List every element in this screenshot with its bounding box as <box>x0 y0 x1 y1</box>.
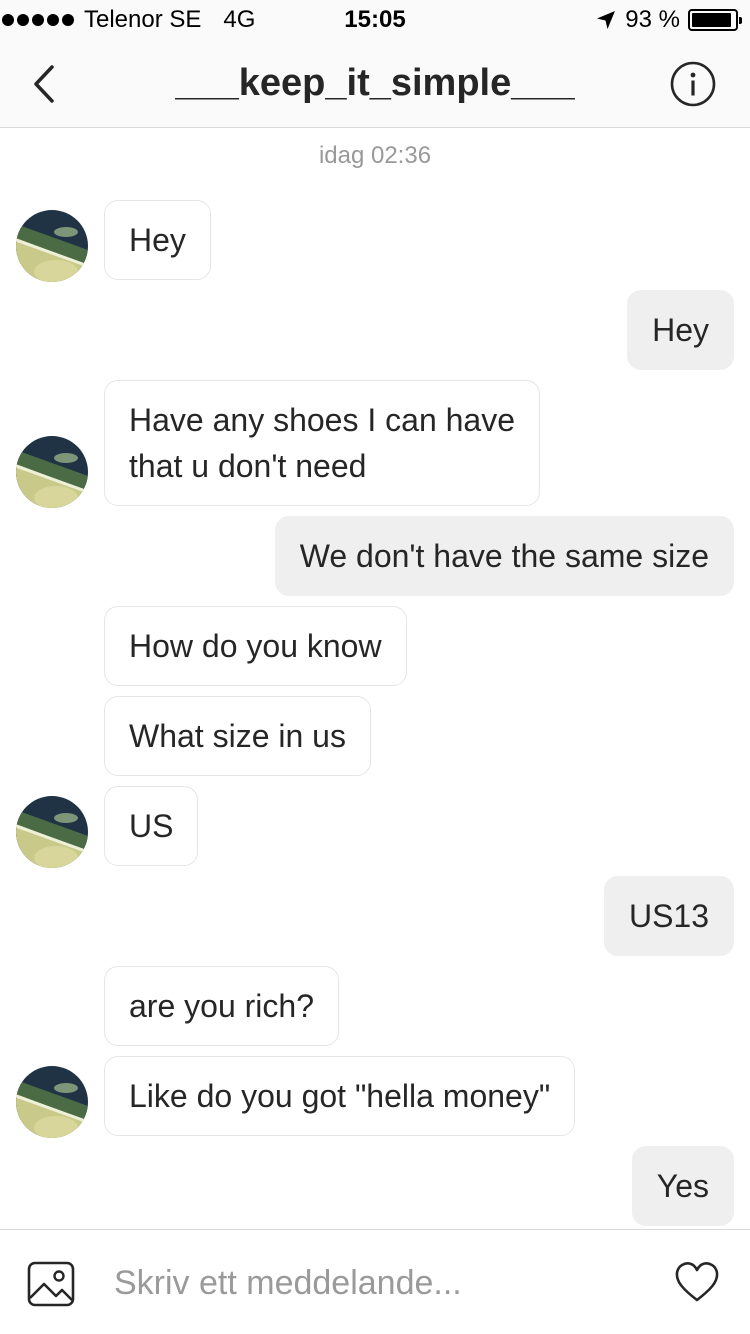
message-composer <box>0 1229 750 1334</box>
battery-percentage: 93 % <box>625 6 680 33</box>
message-bubble-outgoing[interactable]: Yes <box>631 1146 734 1226</box>
message-bubble-incoming[interactable]: US <box>104 786 199 866</box>
heart-icon <box>675 1262 719 1302</box>
message-bubble-incoming[interactable]: How do you know <box>104 606 407 686</box>
battery-icon <box>688 9 742 31</box>
avatar[interactable] <box>16 796 88 868</box>
location-arrow-icon <box>597 11 616 29</box>
avatar[interactable] <box>16 1066 88 1138</box>
message-bubble-incoming[interactable]: Have any shoes I can have that u don't n… <box>104 380 541 506</box>
avatar[interactable] <box>16 210 88 282</box>
status-right: 93 % <box>595 0 742 40</box>
conversation-timestamp: idag 02:36 <box>318 142 432 169</box>
message-bubble-incoming[interactable]: Like do you got "hella money" <box>104 1056 576 1136</box>
message-bubble-incoming[interactable]: are you rich? <box>104 966 339 1046</box>
avatar[interactable] <box>16 436 88 508</box>
message-input[interactable] <box>114 1254 634 1312</box>
status-bar: Telenor SE 4G 15:05 93 % <box>0 0 750 40</box>
like-button[interactable] <box>674 1260 720 1304</box>
image-gallery-icon <box>27 1261 75 1307</box>
message-bubble-incoming[interactable]: Hey <box>104 200 211 280</box>
gallery-button[interactable] <box>26 1260 78 1310</box>
message-bubble-outgoing[interactable]: US13 <box>603 876 734 956</box>
message-line: that u don't need <box>129 448 367 484</box>
info-icon <box>670 61 716 107</box>
battery-level <box>692 13 732 27</box>
chat-title[interactable]: ___keep_it_simple___ <box>0 40 750 128</box>
chat-header: ___keep_it_simple___ <box>0 40 750 128</box>
message-bubble-outgoing[interactable]: Hey <box>627 290 734 370</box>
message-bubble-incoming[interactable]: What size in us <box>104 696 371 776</box>
info-button[interactable] <box>670 61 716 107</box>
message-bubble-outgoing[interactable]: We don't have the same size <box>274 516 734 596</box>
message-line: Have any shoes I can have <box>129 402 516 438</box>
